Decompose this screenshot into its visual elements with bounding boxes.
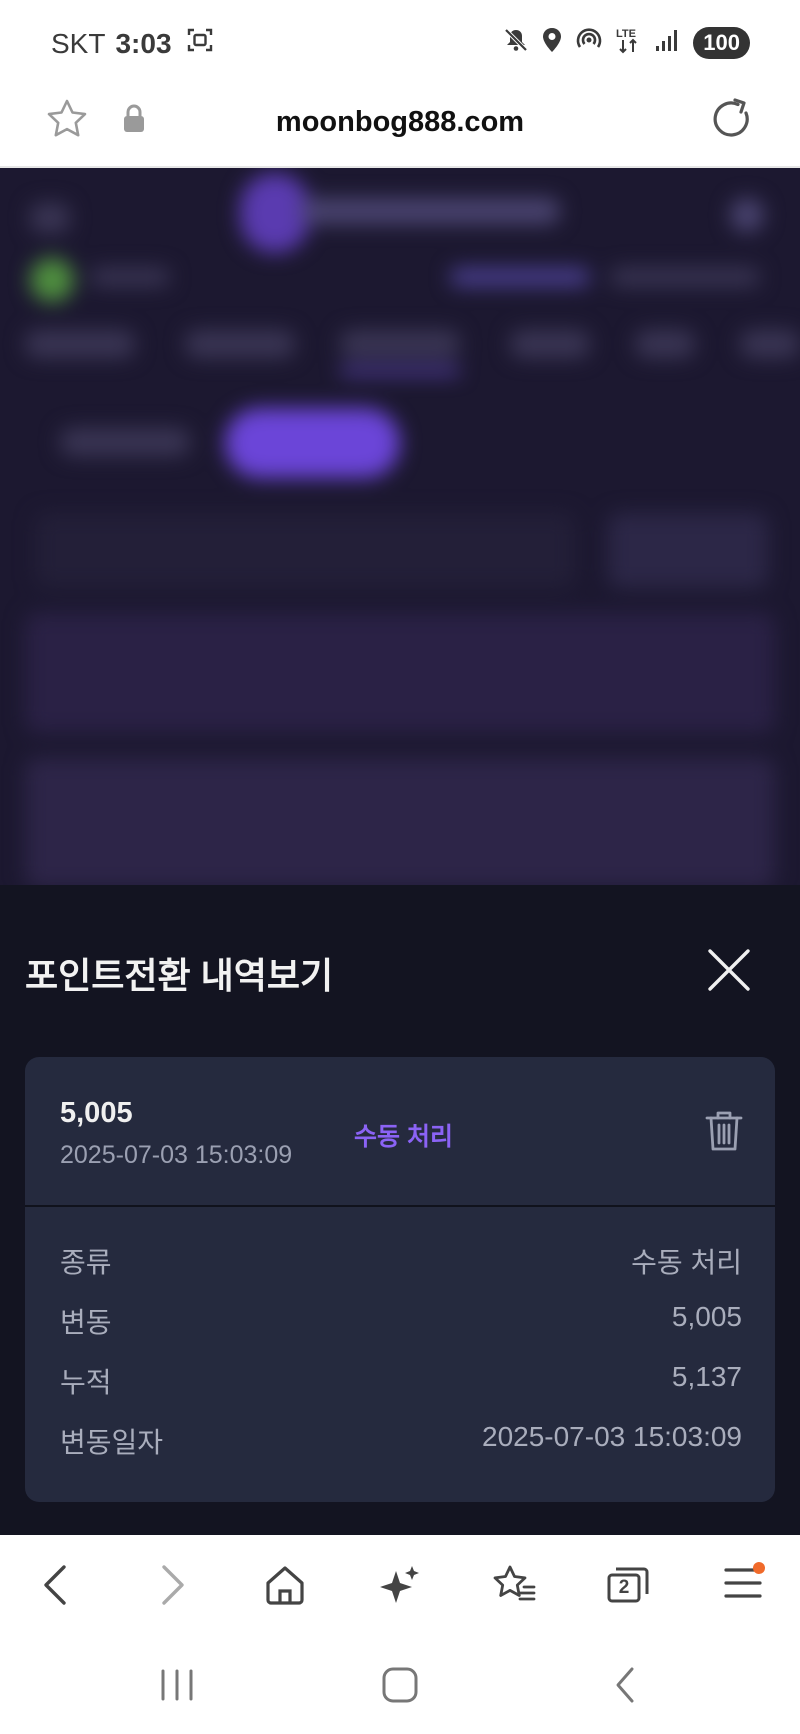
forward-icon — [162, 1565, 184, 1605]
home-nav-button[interactable] — [370, 1660, 430, 1710]
system-nav-bar — [0, 1635, 800, 1734]
blurred-tab-4 — [510, 330, 590, 358]
detail-row: 종류 수동 처리 — [60, 1241, 742, 1281]
blurred-tab-1 — [25, 330, 135, 358]
menu-button[interactable] — [715, 1557, 771, 1613]
blurred-button — [608, 513, 768, 588]
detail-label: 변동 — [60, 1307, 112, 1338]
close-button[interactable] — [706, 947, 752, 993]
blurred-balance — [450, 268, 590, 286]
history-entry-card: 5,005 2025-07-03 15:03:09 수동 처리 종류 수동 처리… — [25, 1057, 775, 1502]
blurred-tab-5 — [635, 330, 695, 358]
home-icon — [266, 1566, 304, 1605]
blurred-select — [35, 513, 575, 588]
detail-value: 5,005 — [671, 1301, 742, 1332]
blurred-user-icon — [730, 198, 764, 232]
back-nav-icon — [616, 1667, 634, 1703]
location-icon — [541, 27, 563, 58]
trash-icon — [705, 1111, 743, 1151]
blurred-page-background — [0, 168, 800, 885]
detail-label: 종류 — [60, 1247, 112, 1278]
detail-label: 누적 — [60, 1367, 112, 1398]
detail-value: 수동 처리 — [631, 1247, 742, 1278]
detail-row: 변동일자 2025-07-03 15:03:09 — [60, 1421, 742, 1461]
back-nav-button[interactable] — [595, 1660, 655, 1710]
blurred-tab-6 — [740, 330, 800, 358]
bookmarks-icon — [493, 1565, 536, 1601]
detail-value: 2025-07-03 15:03:09 — [482, 1421, 742, 1452]
tabs-button[interactable]: 2 — [600, 1557, 656, 1613]
tabs-icon: 2 — [606, 1565, 650, 1605]
blurred-points — [610, 268, 760, 286]
screenshot-icon — [186, 26, 214, 61]
close-icon — [708, 949, 750, 991]
ai-button[interactable] — [372, 1557, 428, 1613]
blurred-subtab-2 — [225, 408, 400, 478]
reload-icon[interactable] — [710, 96, 756, 147]
signal-icon — [655, 28, 681, 57]
home-nav-icon — [382, 1667, 418, 1703]
clock: 3:03 — [115, 27, 172, 59]
entry-header: 5,005 2025-07-03 15:03:09 수동 처리 — [25, 1057, 775, 1207]
blurred-tab-underline — [340, 368, 460, 374]
notification-dot — [753, 1561, 765, 1574]
blurred-subtab-1 — [60, 428, 190, 456]
hotspot-icon — [575, 27, 603, 58]
recent-apps-icon — [161, 1669, 193, 1701]
detail-row: 변동 5,005 — [60, 1301, 742, 1341]
recent-apps-button[interactable] — [147, 1660, 207, 1710]
blurred-card-2 — [25, 758, 775, 885]
url-field[interactable]: moonbog888.com — [0, 106, 800, 139]
entry-amount: 5,005 — [60, 1097, 133, 1129]
menu-icon — [723, 1561, 765, 1605]
sheet-title: 포인트전환 내역보기 — [25, 955, 334, 996]
sparkle-icon — [380, 1566, 419, 1603]
address-bar: moonbog888.com — [0, 88, 800, 168]
tabs-count: 2 — [618, 1577, 630, 1598]
forward-button[interactable] — [145, 1557, 201, 1613]
back-button[interactable] — [27, 1557, 83, 1613]
detail-row: 누적 5,137 — [60, 1361, 742, 1401]
home-button[interactable] — [257, 1557, 313, 1613]
blurred-tab-3 — [340, 330, 460, 358]
battery-indicator: 100 — [693, 26, 750, 59]
blurred-menu-icon — [30, 203, 70, 233]
detail-label: 변동일자 — [60, 1427, 164, 1458]
blurred-avatar — [30, 258, 74, 302]
mute-icon — [503, 27, 529, 58]
status-right: LTE 100 — [503, 26, 750, 59]
status-bar: SKT 3:03 LTE 100 — [0, 0, 800, 88]
svg-text:LTE: LTE — [616, 28, 636, 40]
history-sheet: 포인트전환 내역보기 5,005 2025-07-03 15:03:09 수동 … — [0, 885, 800, 1535]
status-badge: 수동 처리 — [354, 1123, 453, 1151]
blurred-content — [0, 168, 800, 885]
status-left: SKT 3:03 — [51, 26, 214, 61]
blurred-card — [25, 613, 775, 733]
delete-button[interactable] — [703, 1109, 745, 1153]
lte-icon: LTE — [615, 26, 643, 59]
browser-toolbar: 2 — [0, 1535, 800, 1635]
carrier-label: SKT — [51, 27, 106, 59]
back-icon — [44, 1565, 66, 1605]
blurred-username — [90, 268, 170, 286]
blurred-logo-text — [300, 198, 560, 224]
blurred-tab-2 — [185, 330, 295, 358]
bookmarks-button[interactable] — [486, 1557, 542, 1613]
detail-value: 5,137 — [671, 1361, 742, 1392]
entry-datetime: 2025-07-03 15:03:09 — [60, 1141, 293, 1169]
